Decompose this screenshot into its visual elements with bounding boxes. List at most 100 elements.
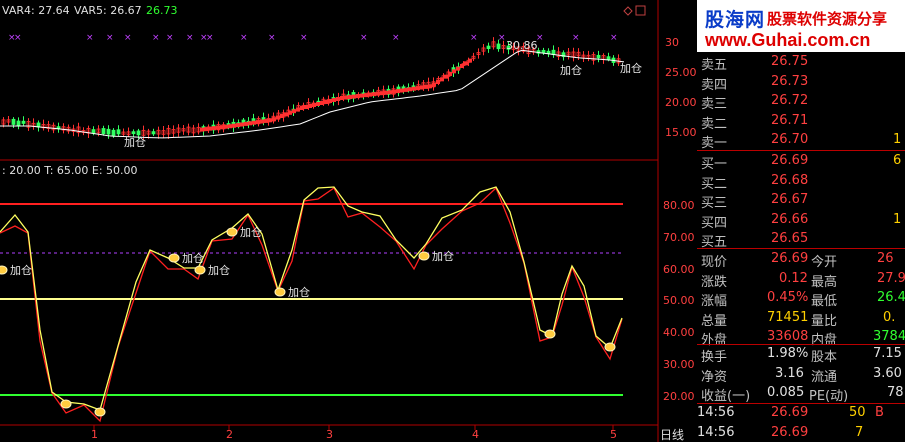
trend-segment	[204, 127, 208, 132]
tick-row: 14:56 26.69 7	[697, 424, 864, 440]
tick-list: 14:56 26.69 50 B 14:56 26.69 7	[697, 403, 905, 442]
candle-body	[486, 45, 491, 50]
candle-body	[596, 54, 601, 59]
quote-row: 涨跌 0.12 最高 27.9	[701, 270, 905, 290]
trend-segment	[324, 100, 328, 104]
x-marker: ×	[268, 33, 276, 43]
trend-segment	[348, 95, 352, 100]
x-marker: ×	[470, 33, 478, 43]
candlesticks	[1, 37, 621, 140]
x-marker: ×	[240, 33, 248, 43]
signal-label: 加仓	[240, 225, 262, 239]
x-marker: ×	[124, 33, 132, 43]
buy-row: 买二 26.68	[701, 172, 809, 192]
trend-segment	[432, 82, 436, 87]
trend-segment	[308, 104, 312, 108]
gold-signal-icon	[168, 253, 180, 263]
trend-segment	[232, 123, 236, 128]
candle-body	[136, 130, 141, 136]
gold-signal-icon	[194, 265, 206, 275]
trend-segment	[316, 102, 320, 106]
trend-segment	[312, 103, 316, 107]
candle-body	[496, 43, 501, 50]
var4-label: VAR4: 27.64	[2, 4, 70, 17]
ind-tick: 80.00	[663, 199, 695, 212]
trend-segment	[352, 94, 356, 99]
trend-segment	[236, 123, 240, 128]
ind-tick: 50.00	[663, 294, 695, 307]
window-restore-icon[interactable]	[635, 5, 646, 16]
signal-label: 加仓	[620, 61, 642, 75]
candle-body	[606, 56, 611, 60]
x-marker: ×	[206, 33, 214, 43]
trend-segment	[428, 84, 432, 89]
trend-segment	[444, 74, 448, 79]
trend-segment	[392, 89, 396, 94]
trend-segment	[448, 72, 452, 76]
trend-segment	[456, 66, 460, 71]
x-marker: ×	[498, 33, 506, 43]
trend-segment	[276, 115, 280, 120]
trend-segment	[336, 97, 340, 101]
trend-segment	[220, 125, 224, 130]
trend-segment	[328, 99, 332, 103]
price-tick: 25.00	[665, 66, 697, 79]
trend-segment	[240, 122, 244, 127]
price-tick: 30	[665, 36, 679, 49]
trend-segment	[320, 101, 324, 105]
trend-segment	[440, 77, 444, 82]
trend-segment	[244, 121, 248, 126]
price-tick: 20.00	[665, 96, 697, 109]
candle-body	[101, 128, 106, 135]
trend-segment	[252, 120, 256, 125]
candle-body	[131, 131, 136, 135]
brand-url: www.Guhai.com.cn	[705, 30, 871, 50]
trend-segment	[400, 88, 404, 93]
trend-segment	[376, 91, 380, 96]
gold-signal-icon	[418, 251, 430, 261]
sell-order-book: 卖五 26.75 卖四 26.73 卖三 26.72 卖二 26.71 卖一 26.70 1	[697, 52, 905, 151]
x-marker: ×	[152, 33, 160, 43]
trend-segment	[264, 118, 268, 123]
trend-segment	[364, 93, 368, 98]
x-marker: ×	[86, 33, 94, 43]
signal-label: 加仓	[560, 63, 582, 77]
finance-row: 净资 3.16 流通 3.60	[701, 365, 902, 385]
moving-average-line	[0, 49, 625, 139]
x-marker: ×	[610, 33, 618, 43]
buy-row: 买三 26.67	[701, 192, 809, 211]
trend-segment	[272, 117, 276, 122]
trend-segment	[404, 87, 408, 92]
signal-label: 加仓	[10, 263, 32, 277]
buy-order-book: 买一 26.69 6 买二 26.68 买三 26.67 买四 26.66 1 买五 26.6…	[697, 151, 905, 250]
trend-segment	[300, 106, 304, 110]
period-label[interactable]: 日线	[660, 428, 684, 442]
brand-tagline: 股票软件资源分享	[767, 10, 888, 28]
var5-label: VAR5: 26.67	[74, 4, 142, 17]
finance-row: 收益(一) 0.085 PE(动) 78	[701, 385, 904, 404]
trend-segment	[384, 90, 388, 95]
price-tick: 15.00	[665, 126, 697, 139]
trend-segment	[260, 119, 264, 124]
quote-panel: 股海网 股票软件资源分享 www.Guhai.com.cn 卖五 26.75 卖四…	[697, 0, 905, 442]
sell-row: 卖四 26.73	[701, 73, 809, 93]
quote-row: 总量 71451 量比 0.	[701, 309, 896, 329]
trend-segment	[412, 86, 416, 91]
x-marker: ×	[14, 33, 22, 43]
candle-body	[541, 49, 546, 54]
trend-segment	[292, 109, 296, 114]
quote-row: 涨幅 0.45% 最低 26.4	[701, 290, 905, 309]
brand-logo: 股海网	[705, 9, 766, 31]
buy-row: 买一 26.69 6	[701, 153, 902, 172]
extra-value: 26.73	[146, 4, 178, 17]
trend-segment	[356, 94, 360, 99]
gold-signal-icon	[94, 407, 106, 417]
trend-segment	[464, 61, 468, 66]
sell-row: 卖一 26.70 1	[701, 132, 902, 151]
sell-row: 卖三 26.72	[701, 93, 809, 112]
trend-segment	[388, 90, 392, 95]
diamond-icon[interactable]	[623, 6, 633, 16]
signal-label: 加仓	[124, 135, 146, 149]
candle-body	[116, 129, 121, 135]
trend-segment	[284, 112, 288, 117]
